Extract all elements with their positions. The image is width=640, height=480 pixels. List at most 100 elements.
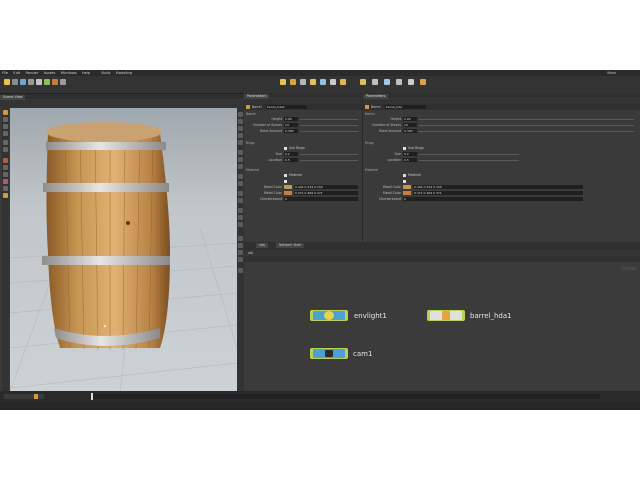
select-tool-icon[interactable] (3, 110, 8, 115)
location-field[interactable]: 0.5 (284, 158, 298, 162)
rotate-tool-icon[interactable] (3, 124, 8, 129)
height-field[interactable]: 2.00 (284, 117, 298, 121)
snap-icon[interactable] (3, 172, 8, 177)
wood-color-field[interactable]: 0.444 0.344 0.154 (413, 185, 583, 189)
display-option-icon[interactable] (238, 140, 243, 145)
light-tool-icon[interactable] (396, 79, 402, 85)
envlight-node-label[interactable]: envlight1 (354, 312, 387, 320)
display-option-icon[interactable] (238, 119, 243, 124)
light-tool-icon[interactable] (290, 79, 296, 85)
node-name-field[interactable]: barrel_hda (385, 105, 426, 109)
display-option-icon[interactable] (238, 208, 243, 213)
cam-node[interactable] (310, 348, 348, 359)
staves-field[interactable]: 24 (403, 123, 417, 127)
shelf-tool-icon[interactable] (44, 79, 50, 85)
material-checkbox[interactable] (403, 174, 406, 177)
shelf-tool-icon[interactable] (60, 79, 66, 85)
bend-slider[interactable] (300, 131, 358, 132)
bend-field[interactable]: 0.300 (284, 129, 298, 133)
envlight-node[interactable] (310, 310, 348, 321)
display-option-icon[interactable] (238, 112, 243, 117)
use-rings-checkbox[interactable] (284, 147, 287, 150)
light-tool-icon[interactable] (372, 79, 378, 85)
shelf-tool-icon[interactable] (20, 79, 26, 85)
bend-field[interactable]: 0.300 (403, 129, 417, 133)
location-slider[interactable] (419, 160, 519, 161)
bend-slider[interactable] (419, 131, 634, 132)
snap-icon[interactable] (3, 179, 8, 184)
size-field[interactable]: 0.2 (403, 152, 417, 156)
wood-color-swatch[interactable] (284, 185, 292, 189)
play-button[interactable] (34, 394, 38, 399)
display-option-icon[interactable] (238, 215, 243, 220)
network-editor[interactable]: obj Scene envlight1 barrel_hda1 cam1 (244, 250, 640, 391)
barrel-node-label[interactable]: barrel_hda1 (470, 312, 512, 320)
size-field[interactable]: 0.2 (284, 152, 298, 156)
display-option-icon[interactable] (238, 181, 243, 186)
light-tool-icon[interactable] (280, 79, 286, 85)
light-tool-icon[interactable] (330, 79, 336, 85)
shelf-tool-icon[interactable] (36, 79, 42, 85)
checkerboard-field[interactable]: 0 (284, 197, 358, 201)
display-option-icon[interactable] (238, 198, 243, 203)
snap-icon[interactable] (3, 186, 8, 191)
current-frame-marker[interactable] (91, 393, 93, 400)
move-tool-icon[interactable] (3, 117, 8, 122)
display-option-icon[interactable] (238, 164, 243, 169)
material-toggle-checkbox[interactable] (403, 180, 406, 183)
metal-color-swatch[interactable] (284, 191, 292, 195)
display-option-icon[interactable] (238, 133, 243, 138)
frame-ruler[interactable] (90, 394, 600, 399)
shelf-tool-icon[interactable] (52, 79, 58, 85)
metal-color-field[interactable]: 0.371 0.369 0.371 (413, 191, 583, 195)
light-tool-icon[interactable] (420, 79, 426, 85)
light-tool-icon[interactable] (340, 79, 346, 85)
display-option-icon[interactable] (238, 222, 243, 227)
timeline[interactable] (0, 391, 640, 403)
shelf-tool-icon[interactable] (12, 79, 18, 85)
light-tool-icon[interactable] (384, 79, 390, 85)
light-tool-icon[interactable] (408, 79, 414, 85)
snap-icon[interactable] (3, 165, 8, 170)
metal-color-field[interactable]: 0.371 0.369 0.371 (294, 191, 358, 195)
shelf-tool-icon[interactable] (4, 79, 10, 85)
use-rings-checkbox[interactable] (403, 147, 406, 150)
light-tool-icon[interactable] (310, 79, 316, 85)
display-option-icon[interactable] (238, 243, 243, 248)
location-slider[interactable] (300, 160, 358, 161)
size-slider[interactable] (419, 154, 519, 155)
staves-slider[interactable] (300, 125, 358, 126)
material-toggle-checkbox[interactable] (284, 180, 287, 183)
display-option-icon[interactable] (238, 126, 243, 131)
location-field[interactable]: 0.5 (403, 158, 417, 162)
tab-obj[interactable]: /obj (256, 243, 268, 248)
barrel-node[interactable] (427, 310, 465, 321)
display-option-icon[interactable] (238, 157, 243, 162)
cam-node-label[interactable]: cam1 (353, 350, 372, 358)
pose-tool-icon[interactable] (3, 147, 8, 152)
wood-color-swatch[interactable] (403, 185, 411, 189)
snap-icon[interactable] (3, 193, 8, 198)
display-option-icon[interactable] (238, 191, 243, 196)
display-option-icon[interactable] (238, 268, 243, 273)
material-checkbox[interactable] (284, 174, 287, 177)
height-slider[interactable] (300, 119, 358, 120)
node-name-field[interactable]: barrel_hda1 (266, 105, 307, 109)
light-tool-icon[interactable] (300, 79, 306, 85)
staves-field[interactable]: 24 (284, 123, 298, 127)
display-option-icon[interactable] (238, 236, 243, 241)
height-slider[interactable] (419, 119, 634, 120)
shelf-tool-icon[interactable] (28, 79, 34, 85)
display-option-icon[interactable] (238, 250, 243, 255)
render-region-icon[interactable] (3, 158, 8, 163)
size-slider[interactable] (300, 154, 358, 155)
tab-network-view[interactable]: Network View (276, 243, 304, 248)
scale-tool-icon[interactable] (3, 131, 8, 136)
light-tool-icon[interactable] (360, 79, 366, 85)
checkerboard-field[interactable]: 0 (403, 197, 583, 201)
3d-viewport[interactable] (10, 108, 237, 391)
display-option-icon[interactable] (238, 257, 243, 262)
playback-controls[interactable] (4, 394, 44, 399)
camera-tool-icon[interactable] (320, 79, 326, 85)
display-option-icon[interactable] (238, 174, 243, 179)
